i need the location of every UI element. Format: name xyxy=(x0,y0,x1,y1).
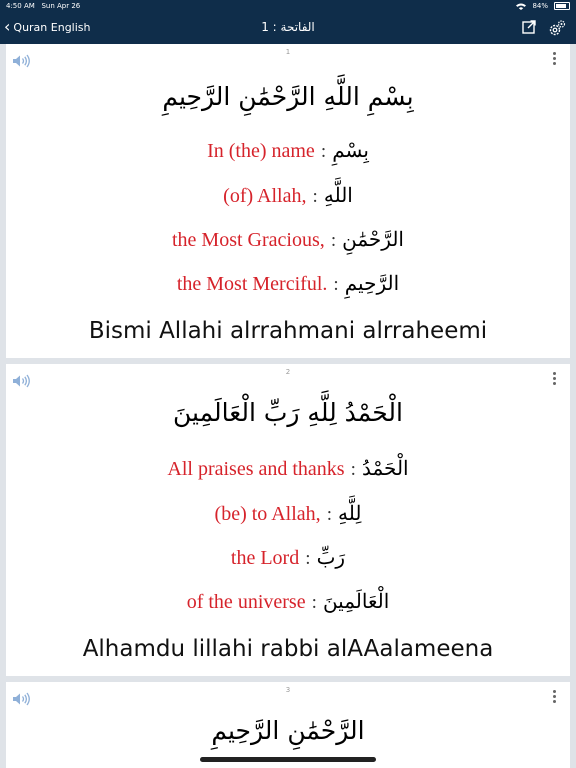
verse-number: 2 xyxy=(285,368,291,376)
word-row: the Most Merciful. : الرَّحِيمِ xyxy=(6,271,570,296)
more-options-icon[interactable] xyxy=(553,690,556,705)
word-separator: : xyxy=(320,141,327,162)
verse-card-1: 1 بِسْمِ اللَّهِ الرَّحْمَٰنِ الرَّحِيمِ… xyxy=(6,44,570,358)
word-english: (be) to Allah, xyxy=(214,503,321,525)
word-separator: : xyxy=(333,274,339,295)
word-english: the Lord xyxy=(230,547,300,569)
status-date: Sun Apr 26 xyxy=(41,2,81,10)
word-row: the Most Gracious, : الرَّحْمَٰنِ xyxy=(6,227,570,252)
word-english: In (the) name xyxy=(207,140,315,162)
verse-number: 3 xyxy=(285,686,291,694)
verse-transliteration: Alhamdu lillahi rabbi alAAalameena xyxy=(82,636,494,662)
word-separator: : xyxy=(326,504,332,525)
word-row: In (the) name : بِسْمِ xyxy=(6,138,570,163)
word-english: All praises and thanks xyxy=(167,458,345,480)
word-english: of the universe xyxy=(186,591,306,613)
word-arabic: لِلَّهِ xyxy=(338,501,362,525)
word-row: the Lord : رَبِّ xyxy=(6,545,570,570)
word-row: (of) Allah, : اللَّهِ xyxy=(6,183,570,208)
word-row: (be) to Allah, : لِلَّهِ xyxy=(6,501,570,526)
word-separator: : xyxy=(305,548,311,569)
more-options-icon[interactable] xyxy=(553,372,556,387)
speaker-icon[interactable] xyxy=(12,54,32,68)
share-icon[interactable] xyxy=(522,20,536,34)
battery-percent: 84% xyxy=(532,2,548,10)
verse-transliteration: Bismi Allahi alrrahmani alrraheemi xyxy=(88,318,488,344)
status-time: 4:50 AM xyxy=(6,2,35,10)
word-english: (of) Allah, xyxy=(223,185,307,207)
word-separator: : xyxy=(330,230,337,251)
nav-title: الفاتحة : 1 xyxy=(261,20,315,34)
battery-icon xyxy=(554,2,570,10)
settings-gear-icon[interactable] xyxy=(548,20,566,36)
more-options-icon[interactable] xyxy=(553,52,556,67)
verse-arabic: الرَّحْمَٰنِ الرَّحِيمِ xyxy=(211,716,365,745)
word-english: the Most Gracious, xyxy=(172,229,325,251)
word-arabic: رَبِّ xyxy=(316,545,346,569)
word-arabic: الرَّحْمَٰنِ xyxy=(342,227,404,251)
verse-arabic: الْحَمْدُ لِلَّهِ رَبِّ الْعَالَمِينَ xyxy=(173,398,403,427)
verse-arabic: بِسْمِ اللَّهِ الرَّحْمَٰنِ الرَّحِيمِ xyxy=(162,82,414,111)
word-arabic: الرَّحِيمِ xyxy=(344,271,400,295)
word-row: of the universe : الْعَالَمِينَ xyxy=(6,589,570,614)
word-separator: : xyxy=(312,186,318,207)
verse-card-2: 2 الْحَمْدُ لِلَّهِ رَبِّ الْعَالَمِينَ … xyxy=(6,364,570,676)
verse-number: 1 xyxy=(285,48,291,56)
word-arabic: الْعَالَمِينَ xyxy=(322,589,390,613)
status-time-date: 4:50 AM Sun Apr 26 xyxy=(6,2,80,10)
verse-card-3: 3 الرَّحْمَٰنِ الرَّحِيمِ xyxy=(6,682,570,768)
word-arabic: الْحَمْدُ xyxy=(361,456,409,480)
word-arabic: بِسْمِ xyxy=(332,138,369,162)
word-english: the Most Merciful. xyxy=(176,273,328,295)
navigation-bar: ‹ Quran English الفاتحة : 1 xyxy=(0,12,576,44)
status-bar: 4:50 AM Sun Apr 26 84% xyxy=(0,0,576,12)
home-indicator[interactable] xyxy=(200,757,376,762)
speaker-icon[interactable] xyxy=(12,692,32,706)
wifi-icon xyxy=(516,3,527,10)
word-row: All praises and thanks : الْحَمْدُ xyxy=(6,456,570,481)
speaker-icon[interactable] xyxy=(12,374,32,388)
word-separator: : xyxy=(311,592,317,613)
word-separator: : xyxy=(350,459,356,480)
word-arabic: اللَّهِ xyxy=(323,183,353,207)
